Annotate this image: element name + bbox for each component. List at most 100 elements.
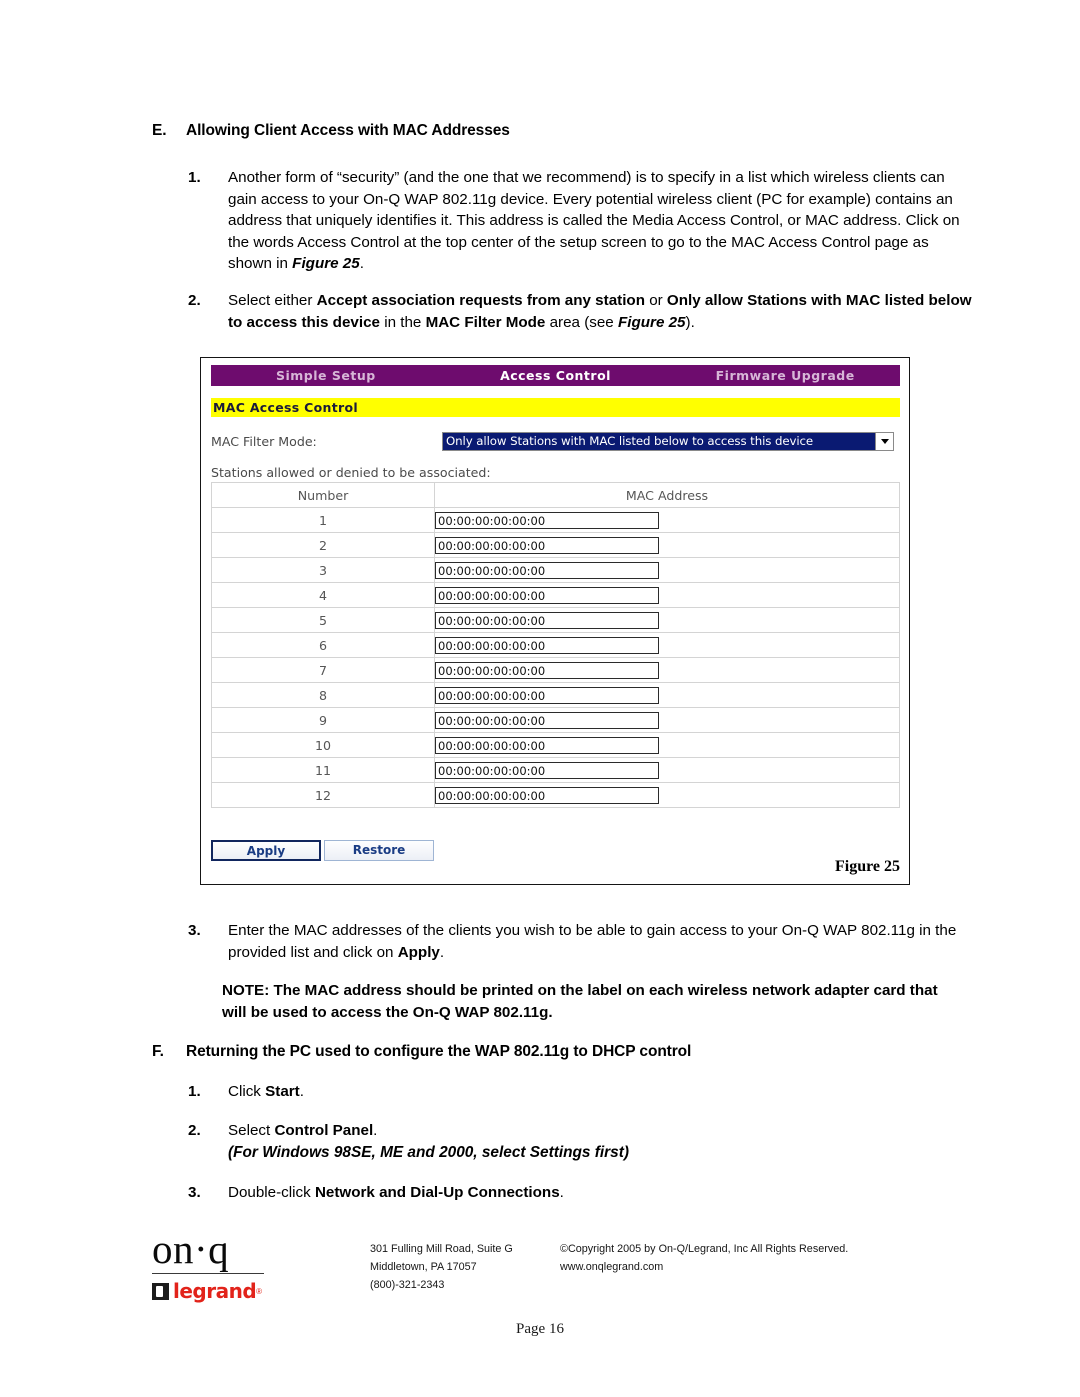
- mac-address-input[interactable]: 00:00:00:00:00:00: [435, 511, 659, 529]
- list-text: Select Control Panel.: [228, 1122, 378, 1139]
- row-mac-cell: 00:00:00:00:00:00: [434, 582, 900, 608]
- router-navbar: Simple Setup Access Control Firmware Upg…: [211, 365, 900, 386]
- page-footer: on·q legrand ® 301 Fulling Mill Road, Sui…: [0, 1228, 1080, 1348]
- row-number: 7: [211, 657, 435, 683]
- row-number: 5: [211, 607, 435, 633]
- table-row: 9 00:00:00:00:00:00: [211, 707, 900, 733]
- list-number: 1.: [188, 1083, 201, 1100]
- row-number: 11: [211, 757, 435, 783]
- table-row: 11 00:00:00:00:00:00: [211, 757, 900, 783]
- mac-address-input[interactable]: 00:00:00:00:00:00: [435, 761, 659, 779]
- table-header-mac-address: MAC Address: [434, 482, 900, 508]
- mac-address-input[interactable]: 00:00:00:00:00:00: [435, 611, 659, 629]
- row-mac-cell: 00:00:00:00:00:00: [434, 507, 900, 533]
- mac-address-input[interactable]: 00:00:00:00:00:00: [435, 661, 659, 679]
- list-number: 1.: [188, 169, 201, 186]
- row-number: 4: [211, 582, 435, 608]
- address-phone: (800)-321-2343: [370, 1279, 445, 1291]
- list-subtext: (For Windows 98SE, ME and 2000, select S…: [228, 1143, 629, 1161]
- mac-filter-mode-row: MAC Filter Mode: Only allow Stations wit…: [211, 431, 900, 451]
- list-number: 2.: [188, 1122, 201, 1139]
- list-item-e3: 3. Enter the MAC addresses of the client…: [188, 920, 978, 963]
- mac-address-input[interactable]: 00:00:00:00:00:00: [435, 586, 659, 604]
- table-row: 5 00:00:00:00:00:00: [211, 607, 900, 633]
- list-text: Another form of “security” (and the one …: [228, 169, 960, 273]
- copyright-line: ©Copyright 2005 by On-Q/Legrand, Inc All…: [560, 1243, 849, 1255]
- chevron-down-icon[interactable]: [875, 432, 893, 450]
- restore-button[interactable]: Restore: [324, 840, 434, 861]
- mac-address-input[interactable]: 00:00:00:00:00:00: [435, 536, 659, 554]
- row-number: 8: [211, 682, 435, 708]
- address-line-1: 301 Fulling Mill Road, Suite G: [370, 1243, 513, 1255]
- list-text: Click Start.: [228, 1083, 304, 1100]
- mac-address-input[interactable]: 00:00:00:00:00:00: [435, 636, 659, 654]
- row-mac-cell: 00:00:00:00:00:00: [434, 682, 900, 708]
- row-mac-cell: 00:00:00:00:00:00: [434, 782, 900, 808]
- legrand-lockup: legrand ®: [152, 1279, 270, 1303]
- row-number: 1: [211, 507, 435, 533]
- table-row: 6 00:00:00:00:00:00: [211, 632, 900, 658]
- list-number: 3.: [188, 1184, 201, 1201]
- row-mac-cell: 00:00:00:00:00:00: [434, 607, 900, 633]
- list-number: 3.: [188, 922, 201, 939]
- note-block: NOTE: The MAC address should be printed …: [222, 980, 962, 1023]
- table-row: 3 00:00:00:00:00:00: [211, 557, 900, 583]
- list-item-e2: 2. Select either Accept association requ…: [188, 290, 978, 333]
- list-text: Enter the MAC addresses of the clients y…: [228, 922, 957, 961]
- row-number: 12: [211, 782, 435, 808]
- legrand-wordmark: legrand: [173, 1279, 257, 1303]
- section-e-title: Allowing Client Access with MAC Addresse…: [186, 122, 510, 139]
- router-admin-page: Simple Setup Access Control Firmware Upg…: [211, 365, 900, 878]
- mac-address-input[interactable]: 00:00:00:00:00:00: [435, 736, 659, 754]
- section-f-heading: F. Returning the PC used to configure the…: [152, 1043, 691, 1061]
- figure-caption: Figure 25: [834, 858, 900, 875]
- address-line-2: Middletown, PA 17057: [370, 1261, 477, 1273]
- list-number: 2.: [188, 292, 201, 309]
- table-row: 1 00:00:00:00:00:00: [211, 507, 900, 533]
- list-item-f3: 3. Double-click Network and Dial-Up Conn…: [188, 1182, 888, 1204]
- copyright-block: ©Copyright 2005 by On-Q/Legrand, Inc All…: [560, 1240, 848, 1276]
- website-line: www.onqlegrand.com: [560, 1261, 664, 1273]
- row-number: 6: [211, 632, 435, 658]
- table-header-row: Number MAC Address: [211, 482, 900, 508]
- row-mac-cell: 00:00:00:00:00:00: [434, 632, 900, 658]
- row-mac-cell: 00:00:00:00:00:00: [434, 532, 900, 558]
- section-e-letter: E.: [152, 122, 167, 139]
- form-actions: Apply Restore: [211, 840, 900, 861]
- list-text: Select either Accept association request…: [228, 292, 972, 331]
- table-header-number: Number: [211, 482, 435, 508]
- list-item-f1: 1. Click Start.: [188, 1081, 888, 1103]
- table-row: 4 00:00:00:00:00:00: [211, 582, 900, 608]
- mac-address-input[interactable]: 00:00:00:00:00:00: [435, 561, 659, 579]
- list-item-e1: 1. Another form of “security” (and the o…: [188, 167, 966, 275]
- row-mac-cell: 00:00:00:00:00:00: [434, 557, 900, 583]
- company-address: 301 Fulling Mill Road, Suite G Middletow…: [370, 1240, 513, 1294]
- row-number: 3: [211, 557, 435, 583]
- row-number: 2: [211, 532, 435, 558]
- onq-wordmark: on·q: [152, 1226, 230, 1272]
- nav-item-access-control[interactable]: Access Control: [441, 368, 671, 383]
- nav-item-firmware-upgrade[interactable]: Firmware Upgrade: [670, 368, 900, 383]
- note-text: NOTE: The MAC address should be printed …: [222, 982, 938, 1021]
- mac-address-input[interactable]: 00:00:00:00:00:00: [435, 711, 659, 729]
- document-page: E. Allowing Client Access with MAC Addres…: [0, 0, 1080, 1397]
- mac-address-input[interactable]: 00:00:00:00:00:00: [435, 686, 659, 704]
- row-mac-cell: 00:00:00:00:00:00: [434, 657, 900, 683]
- row-mac-cell: 00:00:00:00:00:00: [434, 707, 900, 733]
- mac-address-input[interactable]: 00:00:00:00:00:00: [435, 786, 659, 804]
- section-e-heading: E. Allowing Client Access with MAC Addres…: [152, 122, 510, 140]
- section-f-letter: F.: [152, 1043, 164, 1060]
- mac-address-table: Number MAC Address 1 00:00:00:00:00:00 2…: [211, 482, 900, 808]
- figure-25-screenshot: Simple Setup Access Control Firmware Upg…: [200, 357, 910, 885]
- list-item-f2: 2. Select Control Panel. (For Windows 98…: [188, 1120, 888, 1163]
- table-row: 7 00:00:00:00:00:00: [211, 657, 900, 683]
- table-row: 10 00:00:00:00:00:00: [211, 732, 900, 758]
- row-mac-cell: 00:00:00:00:00:00: [434, 732, 900, 758]
- section-f-title: Returning the PC used to configure the W…: [186, 1043, 692, 1060]
- table-row: 12 00:00:00:00:00:00: [211, 782, 900, 808]
- apply-button[interactable]: Apply: [211, 840, 321, 861]
- list-text: Double-click Network and Dial-Up Connect…: [228, 1184, 564, 1201]
- nav-item-simple-setup[interactable]: Simple Setup: [211, 368, 441, 383]
- page-title-bar: MAC Access Control: [211, 398, 900, 417]
- mac-filter-mode-select[interactable]: Only allow Stations with MAC listed belo…: [442, 431, 894, 451]
